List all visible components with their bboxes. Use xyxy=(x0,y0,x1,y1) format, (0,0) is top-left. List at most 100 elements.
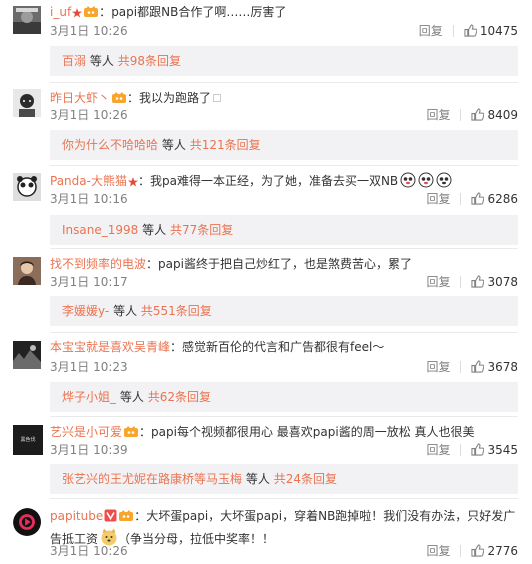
comment-time: 3月1日 10:26 xyxy=(50,108,128,122)
like-button[interactable]: 3078 xyxy=(471,275,518,289)
divider xyxy=(460,444,462,456)
thumbs-up-icon xyxy=(471,108,485,121)
divider xyxy=(460,545,462,557)
avatar[interactable] xyxy=(13,6,41,34)
like-count: 3545 xyxy=(487,443,518,457)
reply-total-link[interactable]: 共551条回复 xyxy=(141,304,212,318)
like-button[interactable]: 3545 xyxy=(471,443,518,457)
like-count: 8409 xyxy=(487,108,518,122)
username[interactable]: papitube xyxy=(50,509,103,523)
vip-crown-icon xyxy=(83,5,99,23)
like-button[interactable]: 2776 xyxy=(471,544,518,558)
username[interactable]: 找不到频率的电波 xyxy=(50,257,146,271)
reply-etc: 等人 xyxy=(113,304,138,318)
comment-time: 3月1日 10:26 xyxy=(50,24,128,38)
comment-meta: 3月1日 10:17 回复 3078 xyxy=(50,273,518,291)
reply-button[interactable]: 回复 xyxy=(426,360,450,374)
comment-text: papi都跟NB合作了啊……厉害了 xyxy=(111,5,287,19)
comment-item: 找不到频率的电波：papi酱终于把自己炒红了，也是煞费苦心，累了 3月1日 10… xyxy=(0,250,532,330)
username[interactable]: 艺兴是小可爱 xyxy=(50,425,122,439)
comment-line: 艺兴是小可爱 ：papi每个视频都很用心 最喜欢papi酱的周一放松 真人也很美 xyxy=(50,423,522,443)
divider xyxy=(50,332,518,333)
comment-line: Panda-大熊猫 ：我pa难得一本正经，为了她，准备去买一双NB xyxy=(50,172,522,192)
comment-time: 3月1日 10:17 xyxy=(50,275,128,289)
comment-text: 感觉新百伦的代言和广告都很有feel～ xyxy=(182,340,385,354)
reply-button[interactable]: 回复 xyxy=(426,443,450,457)
avatar[interactable] xyxy=(13,173,41,201)
reply-names[interactable]: 你为什么不哈哈哈 xyxy=(62,138,158,152)
reply-summary[interactable]: 张艺兴的王尤妮在路康桥等马玉梅 等人 共24条回复 xyxy=(50,464,518,494)
comment-text: 我pa难得一本正经，为了她，准备去买一双NB xyxy=(149,174,399,188)
reply-button[interactable]: 回复 xyxy=(426,544,450,558)
like-count: 6286 xyxy=(487,192,518,206)
like-button[interactable]: 3678 xyxy=(471,360,518,374)
reply-names[interactable]: 李媛媛y- xyxy=(62,304,109,318)
comment-time: 3月1日 10:39 xyxy=(50,443,128,457)
comment-item: i_uf ：papi都跟NB合作了啊……厉害了 3月1日 10:26 回复 1047… xyxy=(0,0,532,78)
reply-summary[interactable]: 你为什么不哈哈哈 等人 共121条回复 xyxy=(50,130,518,160)
avatar[interactable] xyxy=(13,89,41,117)
reply-summary[interactable]: Insane_1998 等人 共77条回复 xyxy=(50,215,518,245)
comment-time: 3月1日 10:26 xyxy=(50,544,128,558)
reply-etc: 等人 xyxy=(142,223,167,237)
reply-names[interactable]: 张艺兴的王尤妮在路康桥等马玉梅 xyxy=(62,472,242,486)
reply-button[interactable]: 回复 xyxy=(426,108,450,122)
comment-meta: 3月1日 10:26 回复 10475 xyxy=(50,22,518,40)
reply-total-link[interactable]: 共62条回复 xyxy=(148,390,211,404)
like-count: 3678 xyxy=(487,360,518,374)
divider xyxy=(50,416,518,417)
like-count: 2776 xyxy=(487,544,518,558)
like-count: 10475 xyxy=(479,24,518,38)
like-button[interactable]: 6286 xyxy=(471,192,518,206)
username[interactable]: 昨日大虾丶 xyxy=(50,91,110,105)
thumbs-up-icon xyxy=(471,544,485,557)
comment-meta: 3月1日 10:39 回复 3545 xyxy=(50,441,518,459)
username[interactable]: i_uf xyxy=(50,5,71,19)
reply-names[interactable]: Insane_1998 xyxy=(62,223,138,237)
avatar[interactable] xyxy=(13,257,41,285)
like-button[interactable]: 8409 xyxy=(471,108,518,122)
divider xyxy=(460,109,462,121)
comment-meta: 3月1日 10:23 回复 3678 xyxy=(50,358,518,376)
username[interactable]: Panda-大熊猫 xyxy=(50,174,127,188)
avatar[interactable] xyxy=(13,508,43,538)
reply-button[interactable]: 回复 xyxy=(419,24,443,38)
reply-total-link[interactable]: 共121条回复 xyxy=(190,138,261,152)
vip-crown-icon xyxy=(118,508,134,528)
username[interactable]: 本宝宝就是喜欢吴青峰 xyxy=(50,340,170,354)
reply-etc: 等人 xyxy=(119,390,144,404)
comment-item: Panda-大熊猫 ：我pa难得一本正经，为了她，准备去买一双NB 3月1日 10… xyxy=(0,166,532,246)
reply-total-link[interactable]: 共98条回复 xyxy=(118,54,181,68)
reply-total-link[interactable]: 共24条回复 xyxy=(274,472,337,486)
comment-line: 找不到频率的电波：papi酱终于把自己炒红了，也是煞费苦心，累了 xyxy=(50,257,412,271)
panda-emoji-icon xyxy=(400,172,416,188)
comment-text: 大坏蛋papi，大坏蛋papi，穿着NB跑掉啦！我们没有办法，只好发广 xyxy=(146,509,516,523)
avatar[interactable]: 黑色伐 xyxy=(13,425,43,455)
thumbs-up-icon xyxy=(471,192,485,205)
reply-button[interactable]: 回复 xyxy=(426,275,450,289)
divider xyxy=(452,25,454,37)
comment-line: 本宝宝就是喜欢吴青峰：感觉新百伦的代言和广告都很有feel～ xyxy=(50,340,385,354)
thumbs-up-icon xyxy=(471,275,485,288)
divider xyxy=(50,82,518,83)
reply-summary[interactable]: 烨子小姐_ 等人 共62条回复 xyxy=(50,382,518,412)
divider xyxy=(460,193,462,205)
reply-etc: 等人 xyxy=(161,138,186,152)
star-badge-icon xyxy=(72,5,83,23)
comment-meta: 3月1日 10:26 回复 2776 xyxy=(50,542,518,560)
reply-summary[interactable]: 百溺 等人 共98条回复 xyxy=(50,46,518,76)
reply-names[interactable]: 烨子小姐_ xyxy=(62,390,116,404)
reply-button[interactable]: 回复 xyxy=(426,192,450,206)
reply-summary[interactable]: 李媛媛y- 等人 共551条回复 xyxy=(50,296,518,326)
avatar[interactable] xyxy=(13,341,41,369)
panda-emoji-icon xyxy=(436,172,452,188)
like-button[interactable]: 10475 xyxy=(464,24,518,38)
verified-v-icon xyxy=(104,508,117,528)
divider xyxy=(50,248,518,249)
reply-names[interactable]: 百溺 xyxy=(62,54,86,68)
comment-item: 本宝宝就是喜欢吴青峰：感觉新百伦的代言和广告都很有feel～ 3月1日 10:2… xyxy=(0,334,532,414)
comment-item: 昨日大虾丶 ：我以为跑路了 3月1日 10:26 回复 8409 你为什么不哈哈哈 … xyxy=(0,84,532,162)
reply-etc: 等人 xyxy=(245,472,270,486)
comment-time: 3月1日 10:16 xyxy=(50,192,128,206)
reply-total-link[interactable]: 共77条回复 xyxy=(170,223,233,237)
